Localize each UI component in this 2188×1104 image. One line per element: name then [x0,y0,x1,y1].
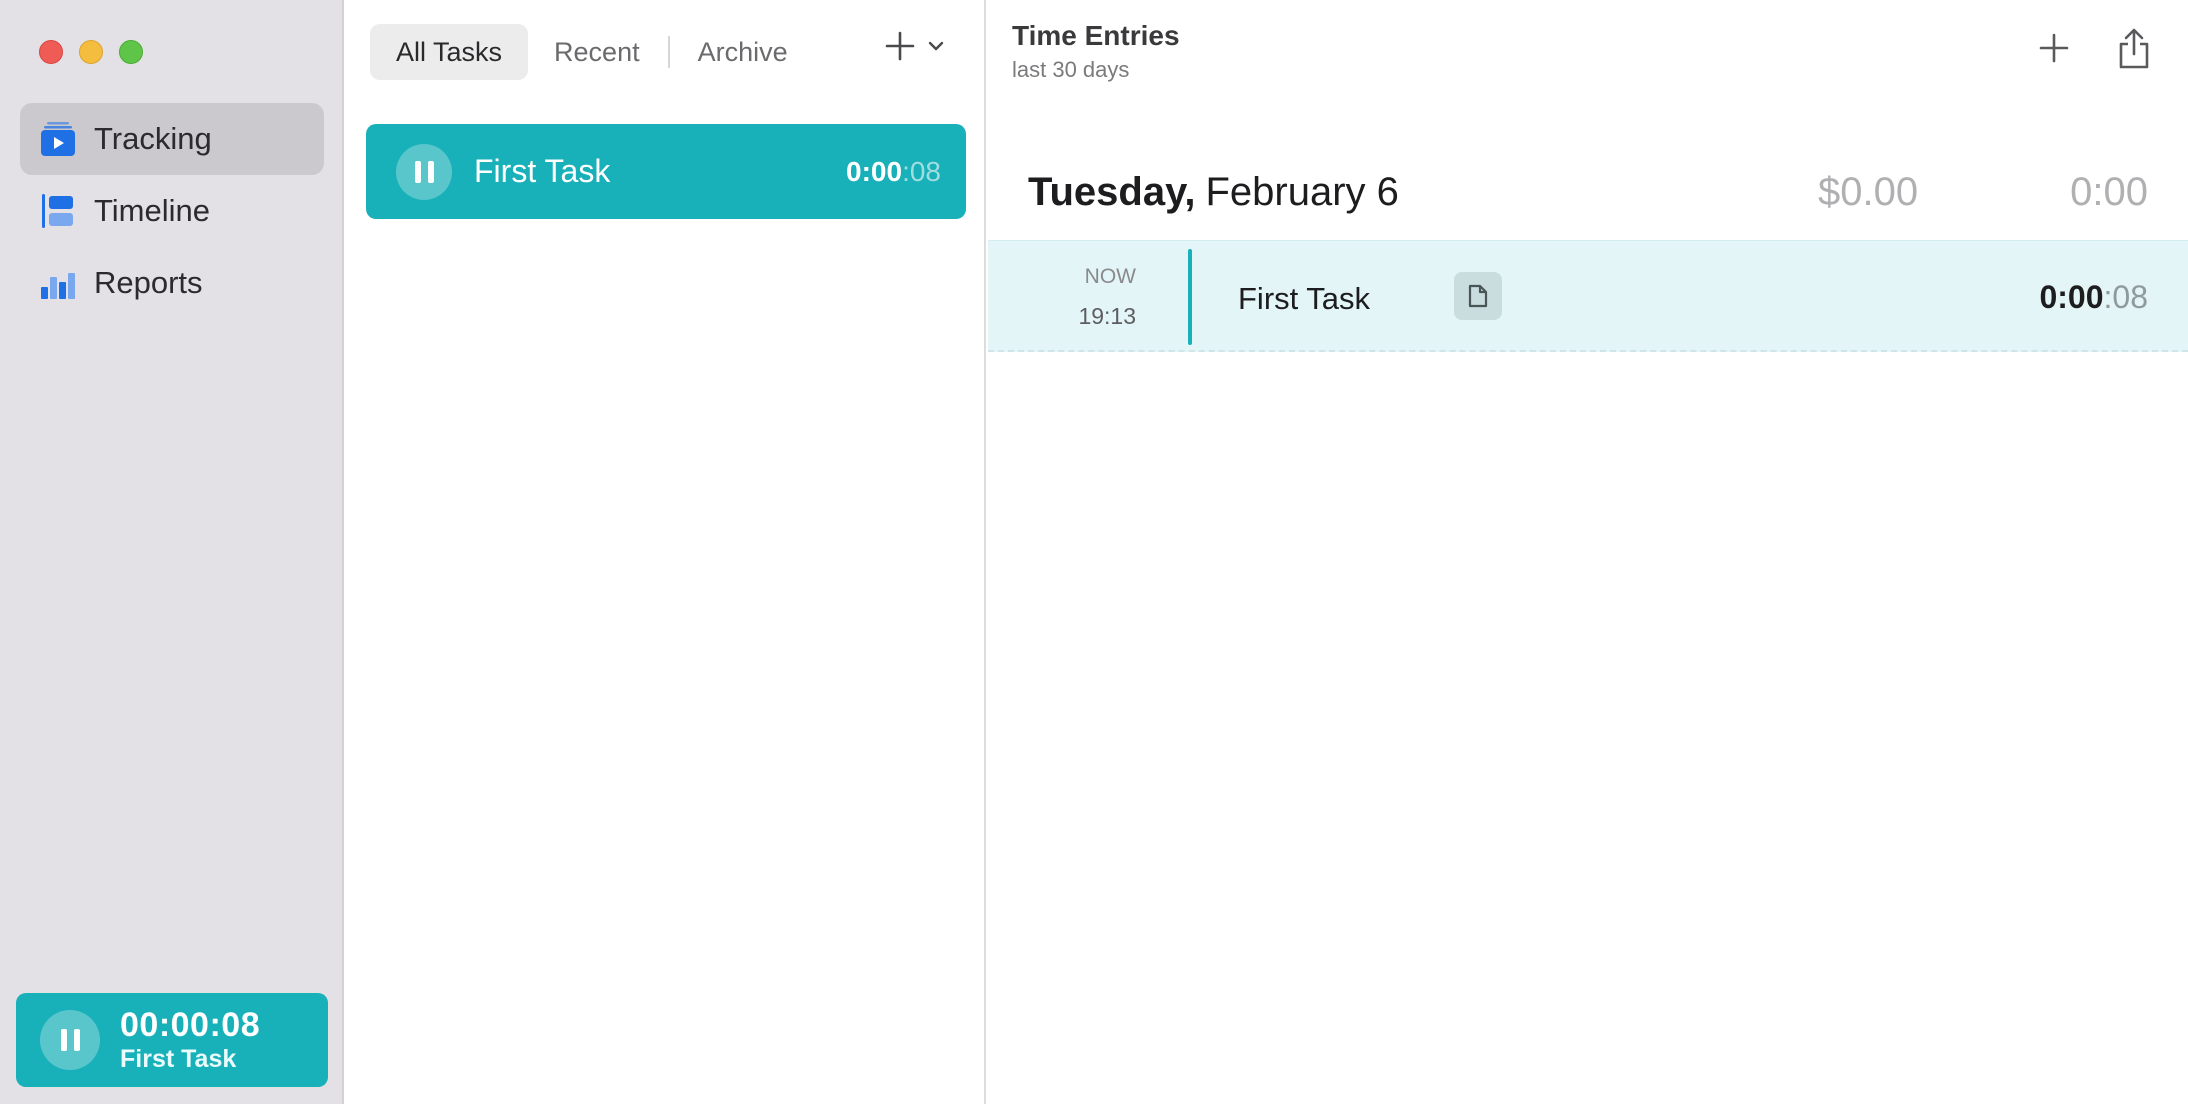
share-button[interactable] [2116,28,2152,75]
tab-all-tasks[interactable]: All Tasks [370,24,529,80]
running-timer-task: First Task [120,1045,237,1073]
day-total-duration: 0:00 [2070,169,2148,214]
pause-button[interactable] [40,1010,100,1070]
sidebar-item-tracking[interactable]: Tracking [20,103,324,175]
running-timer-widget[interactable]: 00:00:08 First Task [16,993,328,1087]
add-entry-button[interactable] [2038,32,2070,69]
plus-icon [885,31,915,61]
day-amount: $0.00 [1818,169,1919,214]
task-item[interactable]: First Task 0:00:08 [366,124,966,219]
tab-archive[interactable]: Archive [672,24,814,80]
time-entry-row[interactable]: NOW 19:13 First Task 0:00:08 [988,240,2188,352]
timeline-icon [42,194,73,228]
entry-duration: 0:00:08 [2039,279,2148,316]
sidebar: Tracking Timeline Reports 00:00:08 First… [0,0,344,1104]
sidebar-item-label: Tracking [94,121,212,156]
pause-icon [414,160,434,183]
task-duration-main: 0:00 [846,155,903,187]
sidebar-nav: Tracking Timeline Reports [20,103,324,319]
entry-task-name: First Task [1238,281,1371,316]
tracking-icon [41,122,75,156]
close-window-button[interactable] [39,40,63,64]
page-title: Time Entries [1012,20,1180,51]
page-subtitle: last 30 days [1012,57,1130,82]
reports-icon [41,273,75,299]
share-icon [2119,28,2149,69]
entry-note-button[interactable] [1454,272,1502,320]
chevron-down-icon [928,41,944,51]
pause-button[interactable] [396,143,452,200]
sidebar-item-label: Reports [94,265,203,300]
tab-divider [667,36,670,68]
day-weekday: Tuesday, [1028,169,1196,214]
running-timer-time: 00:00:08 [120,1006,261,1044]
time-entries-panel: Time Entries last 30 days Tuesday, Febru… [986,0,2188,1104]
entry-duration-seconds: :08 [2103,279,2148,315]
tab-recent[interactable]: Recent [528,24,666,80]
task-tabs: All Tasks Recent Archive [370,24,814,80]
task-name: First Task [474,153,611,189]
note-icon [1468,284,1488,308]
zoom-window-button[interactable] [119,40,143,64]
minimize-window-button[interactable] [79,40,103,64]
pause-icon [60,1029,80,1051]
entry-color-bar [1188,249,1192,345]
sidebar-item-timeline[interactable]: Timeline [20,175,324,247]
window-controls [39,40,143,64]
day-header: Tuesday, February 6 $0.00 0:00 [1028,164,2148,220]
day-date: February 6 [1205,169,1399,214]
task-duration: 0:00:08 [846,156,941,188]
plus-icon [2039,33,2069,63]
entry-duration-main: 0:00 [2039,279,2104,315]
tasks-panel: All Tasks Recent Archive First Task 0:00… [344,0,986,1104]
sidebar-item-label: Timeline [94,193,210,228]
add-task-menu-button[interactable] [884,30,946,62]
task-duration-seconds: :08 [902,155,941,187]
sidebar-item-reports[interactable]: Reports [20,247,324,319]
entry-status: NOW [1084,265,1136,288]
entry-start-time: 19:13 [1078,303,1136,329]
